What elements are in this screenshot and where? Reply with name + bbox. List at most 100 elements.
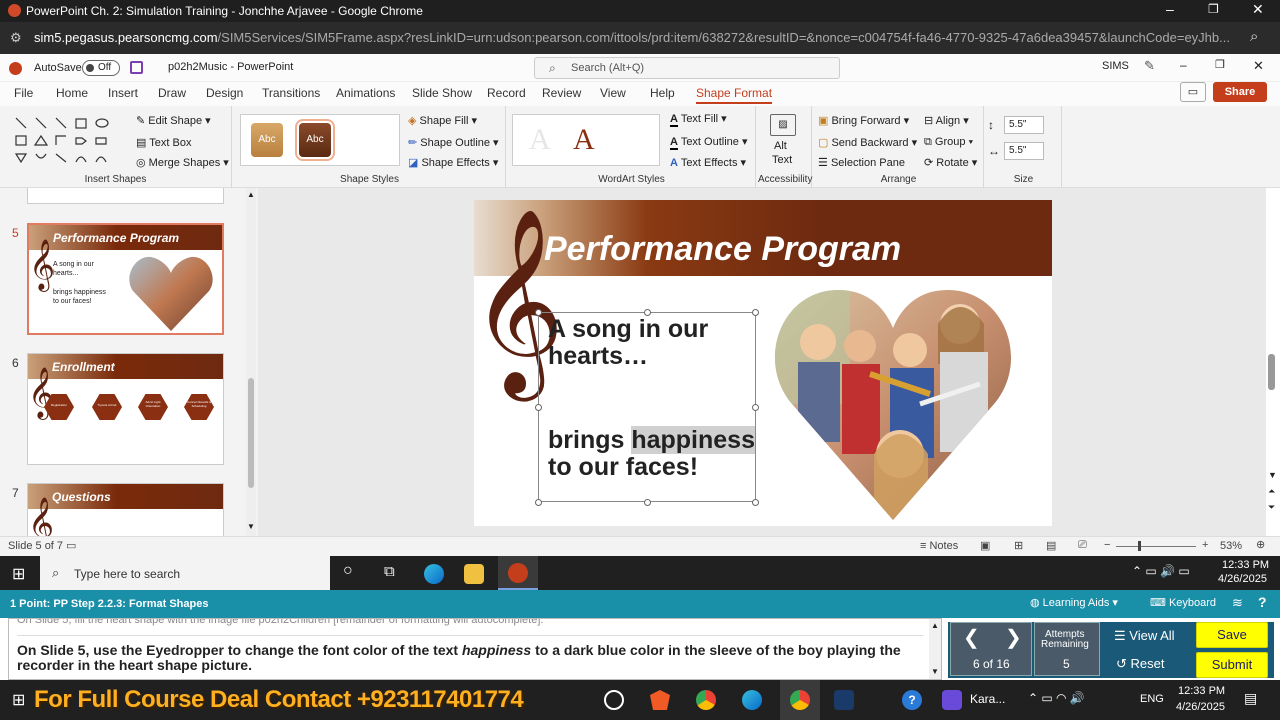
edge-icon[interactable] (424, 564, 444, 584)
prev-slide-icon[interactable]: ⏶ (1268, 486, 1275, 497)
body-text-line-3[interactable]: brings happiness (548, 426, 755, 455)
alt-text-label-1[interactable]: Alt (774, 140, 787, 152)
notification-icon[interactable]: ▤ (1244, 690, 1257, 707)
resize-handle[interactable] (644, 499, 651, 506)
edit-shape-button[interactable]: ✎ Edit Shape ▾ (136, 114, 211, 127)
rotate-button[interactable]: ⟳ Rotate ▾ (924, 156, 977, 169)
karaoke-app-label[interactable]: Kara... (970, 692, 1005, 706)
site-info-icon[interactable]: ⚙ (10, 30, 22, 46)
language-indicator[interactable]: ENG (1140, 693, 1164, 705)
address-bar[interactable]: ⚙ sim5.pegasus.pearsoncmg.com/SIM5Servic… (0, 22, 1280, 54)
comments-icon[interactable]: ▭ (1180, 82, 1206, 102)
text-effects-button[interactable]: A Text Effects ▾ (670, 156, 746, 169)
zoom-out-icon[interactable]: − (1104, 539, 1110, 551)
zoom-slider[interactable] (1116, 541, 1196, 551)
slide-thumbnail-6[interactable]: Enrollment 𝄞 Registration Tryouts at Fai… (27, 353, 224, 465)
instruction-scroll-up-icon[interactable]: ▲ (931, 621, 939, 630)
tab-slide-show[interactable]: Slide Show (412, 86, 472, 100)
notes-button[interactable]: ≡ Notes (920, 540, 958, 552)
next-slide-icon[interactable]: ⏷ (1268, 502, 1275, 513)
resize-handle[interactable] (752, 309, 759, 316)
slide-sorter-icon[interactable]: ⊞ (1014, 539, 1023, 552)
terminal-icon[interactable] (834, 690, 854, 710)
text-outline-button[interactable]: A Text Outline ▾ (670, 135, 747, 150)
canvas-scroll-down-icon[interactable]: ▼ (1268, 470, 1277, 480)
shapes-gallery-icon[interactable] (14, 116, 114, 172)
url-text[interactable]: sim5.pegasus.pearsoncmg.com/SIM5Services… (34, 30, 1234, 45)
minimize-icon[interactable]: – (1166, 1, 1174, 17)
tab-animations[interactable]: Animations (336, 86, 395, 100)
alt-text-label-2[interactable]: Text (772, 154, 792, 166)
ppt-minimize-icon[interactable]: – (1180, 58, 1187, 72)
help-icon[interactable]: ? (1258, 594, 1267, 610)
learning-aids-button[interactable]: ◍ Learning Aids ▾ (1030, 596, 1118, 609)
alt-text-icon[interactable]: ▨ (770, 114, 796, 136)
merge-shapes-button[interactable]: ◎ Merge Shapes ▾ (136, 156, 229, 169)
tab-shape-format[interactable]: Shape Format (696, 86, 773, 104)
body-text-line-4[interactable]: to our faces! (548, 453, 698, 482)
view-all-button[interactable]: ☰ View All (1114, 628, 1175, 644)
prev-step-icon[interactable]: ❮ (963, 625, 980, 650)
edge-icon[interactable] (742, 690, 762, 710)
thumbs-scroll-down-icon[interactable]: ▼ (247, 522, 255, 531)
group-button[interactable]: ⧉ Group ▾ (924, 136, 973, 149)
text-happiness-selected[interactable]: happiness (631, 426, 755, 454)
video-app-icon[interactable] (942, 690, 962, 710)
bring-forward-button[interactable]: ▣ Bring Forward ▾ (818, 114, 909, 127)
user-name[interactable]: SIMS (1102, 60, 1129, 72)
text-fill-button[interactable]: A Text Fill ▾ (670, 112, 727, 127)
shape-effects-button[interactable]: ◪ Shape Effects ▾ (408, 156, 498, 169)
canvas-vertical-scrollbar[interactable]: ▼ ⏶ ⏷ (1266, 188, 1280, 536)
keyboard-button[interactable]: ⌨ Keyboard (1150, 596, 1216, 609)
cortana-icon[interactable]: ○ (343, 562, 353, 580)
autosave-toggle[interactable]: Off (82, 60, 120, 76)
reading-view-icon[interactable]: ▤ (1046, 539, 1056, 552)
system-tray-icons[interactable]: ⌃ ▭ 🔊 ▭ (1132, 564, 1190, 578)
ppt-restore-icon[interactable]: ❐ (1215, 58, 1225, 71)
windows-start-icon[interactable]: ⊞ (12, 690, 25, 710)
tab-design[interactable]: Design (206, 86, 243, 100)
shape-style-1[interactable]: Abc (251, 123, 283, 157)
chrome-icon[interactable] (696, 690, 716, 710)
tab-review[interactable]: Review (542, 86, 581, 100)
align-button[interactable]: ⊟ Align ▾ (924, 114, 969, 127)
wordart-style-1[interactable]: A (529, 123, 551, 157)
close-icon[interactable]: ✕ (1252, 1, 1264, 18)
thumbs-scroll-thumb[interactable] (248, 378, 254, 488)
tab-view[interactable]: View (600, 86, 626, 100)
tab-transitions[interactable]: Transitions (262, 86, 320, 100)
instruction-scrollbar[interactable]: ▲ ▼ (929, 619, 941, 679)
text-box-button[interactable]: ▤ Text Box (136, 136, 191, 149)
slide-title[interactable]: Performance Program (544, 230, 901, 269)
shape-fill-button[interactable]: ◈ Shape Fill ▾ (408, 114, 477, 127)
instruction-scroll-down-icon[interactable]: ▼ (931, 667, 939, 676)
heart-picture[interactable] (770, 284, 1016, 522)
save-disk-icon[interactable] (130, 61, 143, 74)
help-circle-icon[interactable]: ? (902, 690, 922, 710)
shape-style-2[interactable]: Abc (295, 119, 335, 161)
resize-handle[interactable] (752, 499, 759, 506)
wordart-gallery[interactable]: A A (512, 114, 660, 166)
save-button[interactable]: Save (1196, 622, 1268, 648)
fit-to-window-icon[interactable]: ⊕ (1256, 538, 1265, 551)
next-step-icon[interactable]: ❯ (1005, 625, 1022, 650)
restore-icon[interactable]: ❐ (1208, 2, 1219, 16)
tab-record[interactable]: Record (487, 86, 526, 100)
zoom-in-icon[interactable]: + (1202, 539, 1208, 551)
shape-outline-button[interactable]: ✏ Shape Outline ▾ (408, 136, 499, 149)
slide-5[interactable]: Performance Program 𝄞 A song in our hear… (474, 200, 1052, 526)
resize-handle[interactable] (535, 404, 542, 411)
normal-view-icon[interactable]: ▣ (980, 539, 990, 552)
submit-button[interactable]: Submit (1196, 652, 1268, 678)
search-box[interactable]: ⌕ Search (Alt+Q) (534, 57, 840, 79)
wordart-style-2[interactable]: A (573, 123, 595, 157)
slide-thumbnail-7[interactable]: Questions 𝄞 (27, 483, 224, 536)
selection-pane-button[interactable]: ☰ Selection Pane (818, 156, 905, 169)
windows-start-icon[interactable]: ⊞ (12, 564, 25, 584)
ppt-close-icon[interactable]: ✕ (1253, 58, 1264, 74)
brave-icon[interactable] (650, 690, 670, 710)
reset-button[interactable]: ↺ Reset (1116, 656, 1165, 672)
slideshow-view-icon[interactable]: ⎚ (1078, 539, 1087, 552)
zoom-slider-thumb[interactable] (1138, 541, 1141, 551)
accessibility-check-icon[interactable]: ▭ (66, 539, 76, 552)
